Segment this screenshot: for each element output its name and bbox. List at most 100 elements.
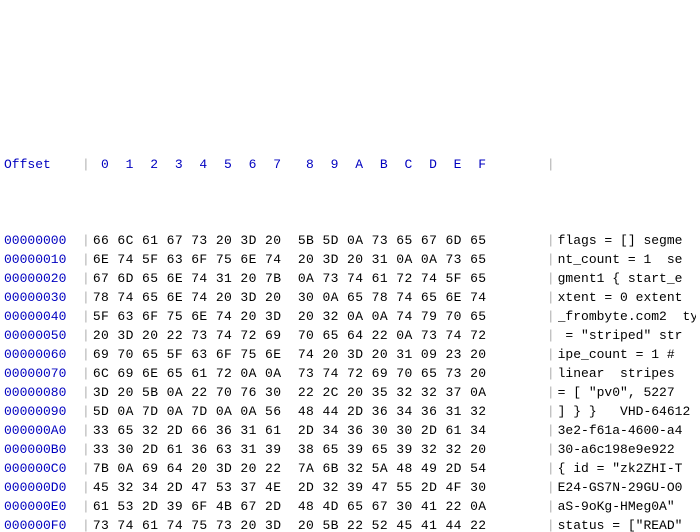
ascii-cell: status = ["READ" bbox=[558, 516, 696, 532]
divider: | bbox=[82, 421, 93, 440]
hex-row: 00000030|78 74 65 6E 74 20 3D 20 30 0A 6… bbox=[4, 288, 696, 307]
hex-row: 00000020|67 6D 65 6E 74 31 20 7B 0A 73 7… bbox=[4, 269, 696, 288]
offset-cell: 00000010 bbox=[4, 250, 82, 269]
hex-row: 000000A0|33 65 32 2D 66 36 31 61 2D 34 3… bbox=[4, 421, 696, 440]
offset-cell: 00000090 bbox=[4, 402, 82, 421]
offset-cell: 00000020 bbox=[4, 269, 82, 288]
divider: | bbox=[547, 345, 558, 364]
divider: | bbox=[82, 440, 93, 459]
divider: | bbox=[547, 421, 558, 440]
divider: | bbox=[547, 383, 558, 402]
offset-cell: 000000E0 bbox=[4, 497, 82, 516]
hex-row: 00000070|6C 69 6E 65 61 72 0A 0A 73 74 7… bbox=[4, 364, 696, 383]
offset-header: Offset bbox=[4, 155, 82, 174]
hex-bytes: 66 6C 61 67 73 20 3D 20 5B 5D 0A 73 65 6… bbox=[93, 231, 547, 250]
hex-row: 000000D0|45 32 34 2D 47 53 37 4E 2D 32 3… bbox=[4, 478, 696, 497]
divider: | bbox=[82, 459, 93, 478]
hex-bytes: 33 30 2D 61 36 63 31 39 38 65 39 65 39 3… bbox=[93, 440, 547, 459]
offset-cell: 000000B0 bbox=[4, 440, 82, 459]
ascii-cell: ipe_count = 1 # bbox=[558, 345, 696, 364]
divider: | bbox=[547, 288, 558, 307]
divider: | bbox=[547, 459, 558, 478]
divider: | bbox=[547, 250, 558, 269]
ascii-cell: flags = [] segme bbox=[558, 231, 696, 250]
offset-cell: 000000C0 bbox=[4, 459, 82, 478]
hex-row: 00000060|69 70 65 5F 63 6F 75 6E 74 20 3… bbox=[4, 345, 696, 364]
hex-bytes: 6E 74 5F 63 6F 75 6E 74 20 3D 20 31 0A 0… bbox=[93, 250, 547, 269]
ascii-cell: E24-GS7N-29GU-O0 bbox=[558, 478, 696, 497]
divider: | bbox=[82, 478, 93, 497]
offset-cell: 00000000 bbox=[4, 231, 82, 250]
divider: | bbox=[82, 516, 93, 532]
hex-bytes: 5D 0A 7D 0A 7D 0A 0A 56 48 44 2D 36 34 3… bbox=[93, 402, 547, 421]
divider: | bbox=[82, 307, 93, 326]
offset-cell: 00000070 bbox=[4, 364, 82, 383]
hex-bytes: 73 74 61 74 75 73 20 3D 20 5B 22 52 45 4… bbox=[93, 516, 547, 532]
divider: | bbox=[82, 155, 93, 174]
ascii-cell: 30-a6c198e9e922 bbox=[558, 440, 696, 459]
hex-row: 00000090|5D 0A 7D 0A 7D 0A 0A 56 48 44 2… bbox=[4, 402, 696, 421]
ascii-cell: xtent = 0 extent bbox=[558, 288, 696, 307]
ascii-cell: 3e2-f61a-4600-a4 bbox=[558, 421, 696, 440]
ascii-cell: ] } } VHD-64612 bbox=[558, 402, 696, 421]
divider: | bbox=[547, 155, 558, 174]
divider: | bbox=[82, 383, 93, 402]
ascii-cell: { id = "zk2ZHI-T bbox=[558, 459, 696, 478]
offset-cell: 00000060 bbox=[4, 345, 82, 364]
offset-cell: 00000080 bbox=[4, 383, 82, 402]
divider: | bbox=[82, 497, 93, 516]
offset-cell: 000000A0 bbox=[4, 421, 82, 440]
divider: | bbox=[82, 231, 93, 250]
hex-bytes: 20 3D 20 22 73 74 72 69 70 65 64 22 0A 7… bbox=[93, 326, 547, 345]
hex-bytes: 45 32 34 2D 47 53 37 4E 2D 32 39 47 55 2… bbox=[93, 478, 547, 497]
hex-bytes: 6C 69 6E 65 61 72 0A 0A 73 74 72 69 70 6… bbox=[93, 364, 547, 383]
hex-bytes: 69 70 65 5F 63 6F 75 6E 74 20 3D 20 31 0… bbox=[93, 345, 547, 364]
divider: | bbox=[82, 345, 93, 364]
hex-row: 00000000|66 6C 61 67 73 20 3D 20 5B 5D 0… bbox=[4, 231, 696, 250]
offset-cell: 00000030 bbox=[4, 288, 82, 307]
ascii-cell: = [ "pv0", 5227 bbox=[558, 383, 696, 402]
hex-rows: 00000000|66 6C 61 67 73 20 3D 20 5B 5D 0… bbox=[4, 231, 696, 532]
divider: | bbox=[547, 231, 558, 250]
hex-row: 00000010|6E 74 5F 63 6F 75 6E 74 20 3D 2… bbox=[4, 250, 696, 269]
offset-cell: 00000040 bbox=[4, 307, 82, 326]
divider: | bbox=[547, 326, 558, 345]
hex-bytes: 3D 20 5B 0A 22 70 76 30 22 2C 20 35 32 3… bbox=[93, 383, 547, 402]
divider: | bbox=[547, 440, 558, 459]
divider: | bbox=[82, 364, 93, 383]
divider: | bbox=[547, 269, 558, 288]
offset-cell: 000000F0 bbox=[4, 516, 82, 532]
ascii-cell: linear stripes bbox=[558, 364, 696, 383]
hex-row: 000000E0|61 53 2D 39 6F 4B 67 2D 48 4D 6… bbox=[4, 497, 696, 516]
divider: | bbox=[547, 497, 558, 516]
hex-bytes: 33 65 32 2D 66 36 31 61 2D 34 36 30 30 2… bbox=[93, 421, 547, 440]
hex-columns-header: 0 1 2 3 4 5 6 7 8 9 A B C D E F bbox=[93, 155, 547, 174]
divider: | bbox=[82, 402, 93, 421]
divider: | bbox=[82, 250, 93, 269]
hex-row: 000000C0|7B 0A 69 64 20 3D 20 22 7A 6B 3… bbox=[4, 459, 696, 478]
divider: | bbox=[82, 269, 93, 288]
hex-bytes: 61 53 2D 39 6F 4B 67 2D 48 4D 65 67 30 4… bbox=[93, 497, 547, 516]
ascii-cell: gment1 { start_e bbox=[558, 269, 696, 288]
hex-row: 00000040|5F 63 6F 75 6E 74 20 3D 20 32 0… bbox=[4, 307, 696, 326]
hex-bytes: 78 74 65 6E 74 20 3D 20 30 0A 65 78 74 6… bbox=[93, 288, 547, 307]
hex-bytes: 67 6D 65 6E 74 31 20 7B 0A 73 74 61 72 7… bbox=[93, 269, 547, 288]
divider: | bbox=[82, 326, 93, 345]
divider: | bbox=[547, 402, 558, 421]
ascii-cell: = "striped" str bbox=[558, 326, 696, 345]
hex-viewer: Offset | 0 1 2 3 4 5 6 7 8 9 A B C D E F… bbox=[0, 95, 700, 532]
hex-row: 00000050|20 3D 20 22 73 74 72 69 70 65 6… bbox=[4, 326, 696, 345]
ascii-cell: nt_count = 1 se bbox=[558, 250, 696, 269]
header-row: Offset | 0 1 2 3 4 5 6 7 8 9 A B C D E F… bbox=[4, 155, 696, 174]
offset-cell: 00000050 bbox=[4, 326, 82, 345]
ascii-cell: _frombyte.com2 type bbox=[558, 307, 696, 326]
divider: | bbox=[547, 516, 558, 532]
hex-row: 00000080|3D 20 5B 0A 22 70 76 30 22 2C 2… bbox=[4, 383, 696, 402]
divider: | bbox=[82, 288, 93, 307]
hex-row: 000000F0|73 74 61 74 75 73 20 3D 20 5B 2… bbox=[4, 516, 696, 532]
ascii-cell: aS-9oKg-HMeg0A" bbox=[558, 497, 696, 516]
hex-row: 000000B0|33 30 2D 61 36 63 31 39 38 65 3… bbox=[4, 440, 696, 459]
divider: | bbox=[547, 307, 558, 326]
hex-bytes: 7B 0A 69 64 20 3D 20 22 7A 6B 32 5A 48 4… bbox=[93, 459, 547, 478]
divider: | bbox=[547, 478, 558, 497]
